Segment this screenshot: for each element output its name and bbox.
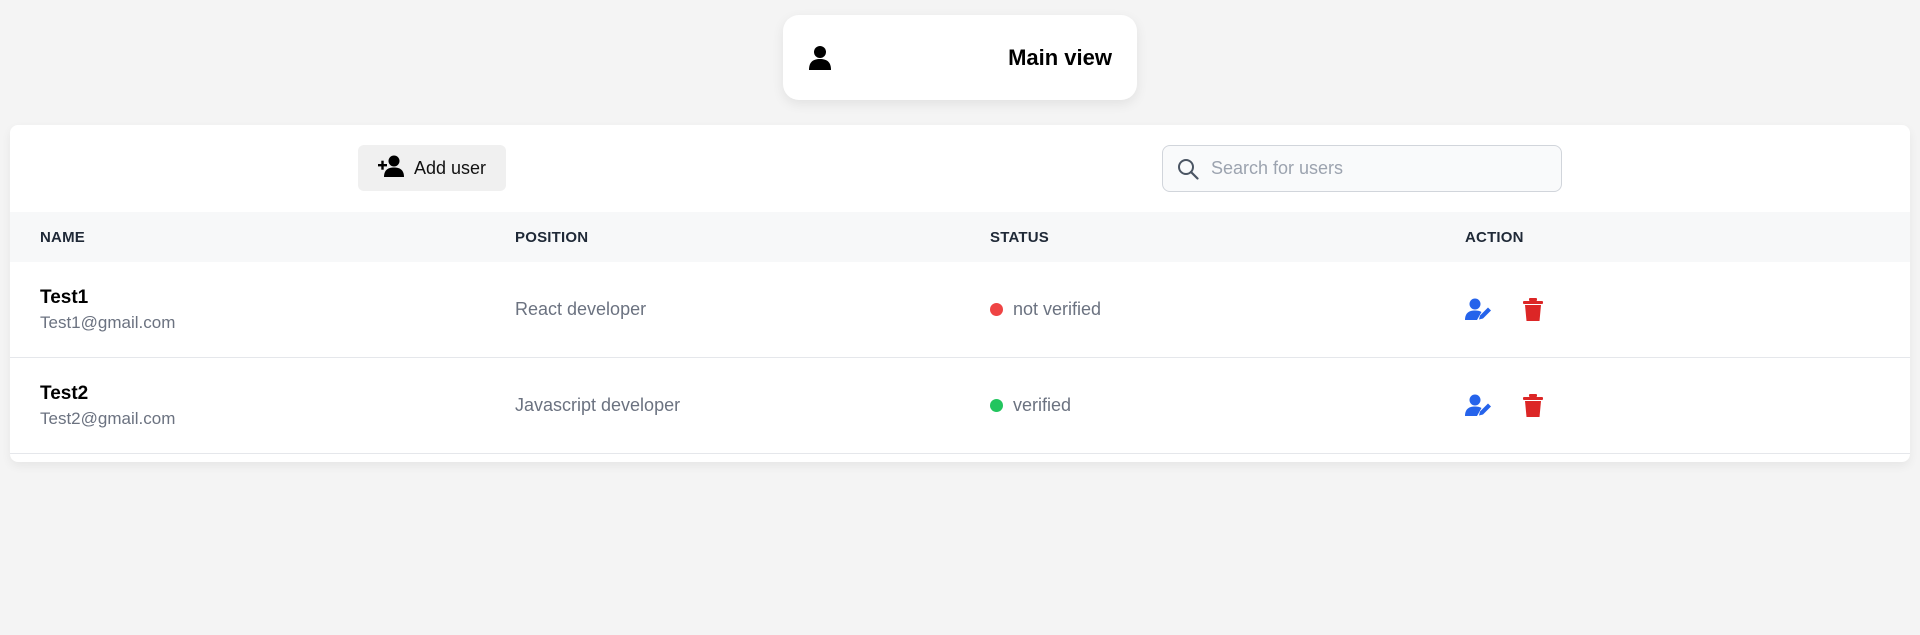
column-status: Status <box>990 228 1049 246</box>
user-name: Test1 <box>40 287 89 308</box>
search-input[interactable] <box>1211 158 1541 179</box>
status-dot <box>990 303 1003 316</box>
delete-icon[interactable] <box>1523 297 1543 322</box>
status-label: verified <box>1013 395 1072 415</box>
user-position: Javascript developer <box>515 395 681 415</box>
users-panel: Add user Name Position Status Action Tes… <box>10 125 1910 462</box>
edit-user-icon[interactable] <box>1465 394 1493 418</box>
column-position: Position <box>515 228 589 246</box>
users-table: Name Position Status Action Test1 Test1@… <box>10 212 1910 454</box>
delete-icon[interactable] <box>1523 393 1543 418</box>
user-position: React developer <box>515 299 647 319</box>
page-title: Main view <box>1008 44 1112 70</box>
user-cell: Test1 Test1@gmail.com <box>40 286 175 336</box>
user-email: Test1@gmail.com <box>40 313 176 332</box>
search-box <box>1162 145 1562 192</box>
search-icon <box>1177 158 1199 180</box>
actions-cell <box>1465 297 1543 322</box>
user-plus-icon <box>378 155 404 182</box>
table-row: Test2 Test2@gmail.com Javascript develop… <box>10 358 1910 454</box>
user-email: Test2@gmail.com <box>40 409 176 428</box>
column-action: Action <box>1465 228 1524 246</box>
add-user-button[interactable]: Add user <box>358 145 506 191</box>
table-header: Name Position Status Action <box>10 212 1910 262</box>
status-cell: not verified <box>990 299 1101 320</box>
status-label: not verified <box>1013 299 1102 319</box>
user-name: Test2 <box>40 383 89 404</box>
edit-user-icon[interactable] <box>1465 298 1493 322</box>
toolbar: Add user <box>10 125 1910 212</box>
table-row: Test1 Test1@gmail.com React developer no… <box>10 262 1910 358</box>
status-dot <box>990 399 1003 412</box>
user-cell: Test2 Test2@gmail.com <box>40 382 175 432</box>
actions-cell <box>1465 393 1543 418</box>
column-name: Name <box>40 228 85 246</box>
user-icon <box>808 45 832 71</box>
status-cell: verified <box>990 395 1071 416</box>
add-user-label: Add user <box>414 157 487 178</box>
header-card: Main view <box>783 15 1137 100</box>
